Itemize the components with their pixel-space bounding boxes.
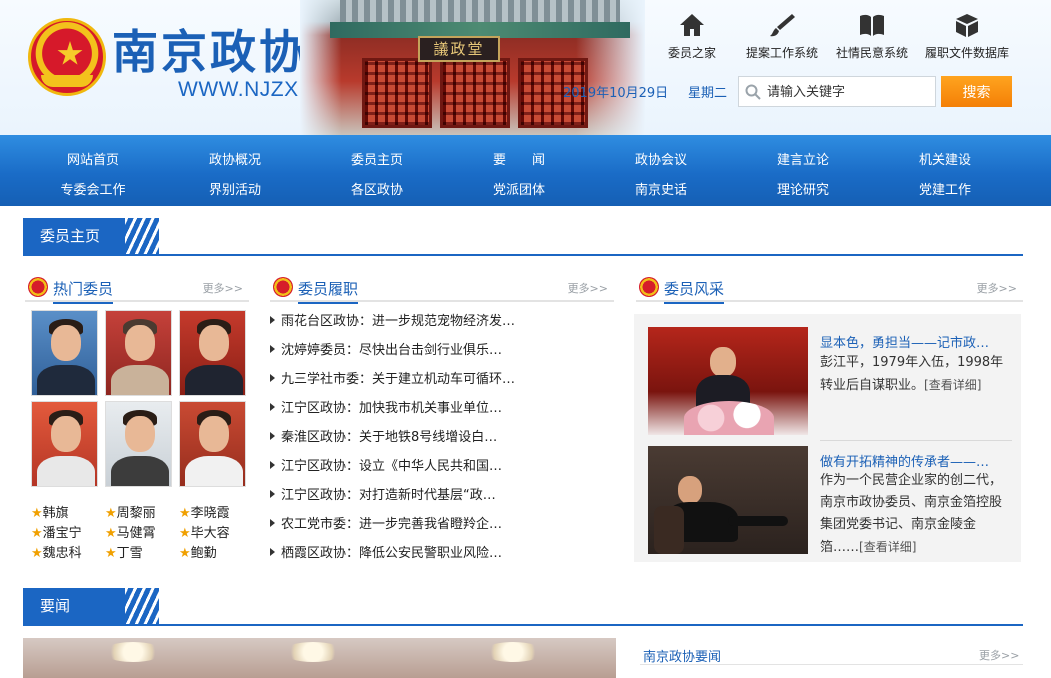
nav-item-party-building[interactable]: 党建工作 [885,179,1005,198]
current-weekday: 星期二 [688,86,728,101]
emblem-icon [28,277,48,297]
nav-item-district-cppcc[interactable]: 各区政协 [317,179,437,198]
more-link[interactable]: 更多>> [979,647,1019,663]
nav-item-theory-research[interactable]: 理论研究 [743,179,863,198]
subheader-hot-members: 热门委员 更多>> [25,275,249,304]
member-name-link[interactable]: ★丁雪 [105,542,143,561]
news-photo[interactable] [23,638,616,678]
news-list-item[interactable]: 江宁区政协：设立《中华人民共和国… [270,455,540,474]
nav-item-parties[interactable]: 党派团体 [459,179,579,198]
emblem-icon [639,277,659,297]
search-button[interactable]: 搜索 [941,76,1012,107]
nav-item-committee-work[interactable]: 专委会工作 [33,179,153,198]
search-icon [745,84,761,104]
section-title[interactable]: 要闻 [23,588,127,624]
banner-image: 議政堂 [300,0,645,135]
quick-link-opinion-system[interactable]: 社情民意系统 [836,12,908,61]
nav-item-overview[interactable]: 政协概况 [175,149,295,168]
quick-link-document-database[interactable]: 履职文件数据库 [925,12,1009,61]
book-icon [858,12,886,38]
news-list-item[interactable]: 沈婷婷委员：尽快出台击剑行业俱乐… [270,339,540,358]
member-photo[interactable] [179,401,246,487]
subheader-title[interactable]: 南京政协要闻 [643,646,721,665]
home-icon [678,12,706,38]
news-list-item[interactable]: 秦淮区政协：关于地铁8号线增设白… [270,426,540,445]
feature-title-link[interactable]: 显本色，勇担当——记市政… [820,332,1010,351]
member-name-link[interactable]: ★魏忠科 [31,542,82,561]
section-header-news: 要闻 [23,588,1023,626]
nav-item-member-home[interactable]: 委员主页 [317,149,437,168]
brush-icon [768,12,796,38]
main-nav: 网站首页 政协概况 委员主页 要 闻 政协会议 建言立论 机关建设 专委会工作 … [0,135,1051,206]
quick-link-label: 社情民意系统 [836,46,909,60]
news-list-item[interactable]: 栖霞区政协：降低公安民警职业风险… [270,542,540,561]
quick-link-label: 履职文件数据库 [925,46,1010,60]
feature-photo[interactable] [648,446,808,554]
nav-item-sector-activities[interactable]: 界别活动 [175,179,295,198]
section-title[interactable]: 委员主页 [23,218,127,254]
nav-item-home[interactable]: 网站首页 [33,149,153,168]
member-name-link[interactable]: ★鲍勤 [179,542,217,561]
more-link[interactable]: 更多>> [568,280,608,296]
quick-link-label: 委员之家 [668,46,717,60]
search-input[interactable] [767,81,931,103]
more-link[interactable]: 更多>> [203,280,243,296]
nav-item-suggestions[interactable]: 建言立论 [743,149,863,168]
nav-item-organ-building[interactable]: 机关建设 [885,149,1005,168]
member-photo[interactable] [31,310,98,396]
section-header-member-home: 委员主页 [23,218,1023,256]
view-detail-link[interactable]: [查看详细] [859,540,916,554]
stripes-decoration [125,218,159,254]
member-name-link[interactable]: ★李晓霞 [179,502,230,521]
stripes-decoration [125,588,159,624]
feature-description: 彭江平，1979年入伍，1998年转业后自谋职业。[查看详细] [820,355,1004,393]
feature-description: 作为一个民营企业家的创二代，南京市政协委员、南京金箔控股集团党委书记、南京金陵金… [820,473,1003,555]
member-photo[interactable] [105,401,172,487]
more-link[interactable]: 更多>> [977,280,1017,296]
view-detail-link[interactable]: [查看详细] [924,378,981,392]
subheader-title[interactable]: 委员履职 [298,278,359,304]
news-list-item[interactable]: 江宁区政协：对打造新时代基层“政… [270,484,540,503]
feature-title-link[interactable]: 做有开拓精神的传承者——… [820,451,1010,470]
subheader-title[interactable]: 热门委员 [53,278,114,304]
news-list-item[interactable]: 九三学社市委：关于建立机动车可循环… [270,368,540,387]
news-list-item[interactable]: 农工党市委：进一步完善我省瞪羚企… [270,513,540,532]
nav-item-nanjing-history[interactable]: 南京史话 [601,179,721,198]
box-icon [953,12,981,38]
member-name-link[interactable]: ★潘宝宁 [31,522,82,541]
quick-link-proposal-system[interactable]: 提案工作系统 [746,12,818,61]
quick-link-label: 提案工作系统 [746,46,819,60]
news-list-item[interactable]: 江宁区政协：加快我市机关事业单位… [270,397,540,416]
member-name-link[interactable]: ★周黎丽 [105,502,156,521]
subheader-member-duties: 委员履职 更多>> [270,275,614,304]
site-title[interactable]: 南京政协 [112,16,308,82]
divider [820,440,1012,441]
quick-link-member-home[interactable]: 委员之家 [668,12,716,61]
current-date: 2019年10月29日 [563,86,669,101]
banner-plaque: 議政堂 [418,36,500,62]
nav-item-news[interactable]: 要 闻 [459,149,579,168]
emblem-icon [273,277,293,297]
member-photo[interactable] [179,310,246,396]
member-name-link[interactable]: ★韩旗 [31,502,69,521]
site-header: 南京政协 WWW.NJZX.GOV.CN 議政堂 2019年10月29日 星期二… [0,0,1051,135]
news-list-item[interactable]: 雨花台区政协：进一步规范宠物经济发… [270,310,540,329]
nav-item-meetings[interactable]: 政协会议 [601,149,721,168]
cppcc-emblem-logo[interactable] [28,18,106,96]
subheader-member-style: 委员风采 更多>> [636,275,1023,304]
member-style-panel: 显本色，勇担当——记市政… 彭江平，1979年入伍，1998年转业后自谋职业。[… [634,314,1021,562]
member-name-link[interactable]: ★马健霄 [105,522,156,541]
member-name-link[interactable]: ★毕大容 [179,522,230,541]
search-box [738,76,936,107]
feature-photo[interactable] [648,327,808,435]
member-photo[interactable] [105,310,172,396]
member-photo[interactable] [31,401,98,487]
subheader-title[interactable]: 委员风采 [664,278,725,304]
